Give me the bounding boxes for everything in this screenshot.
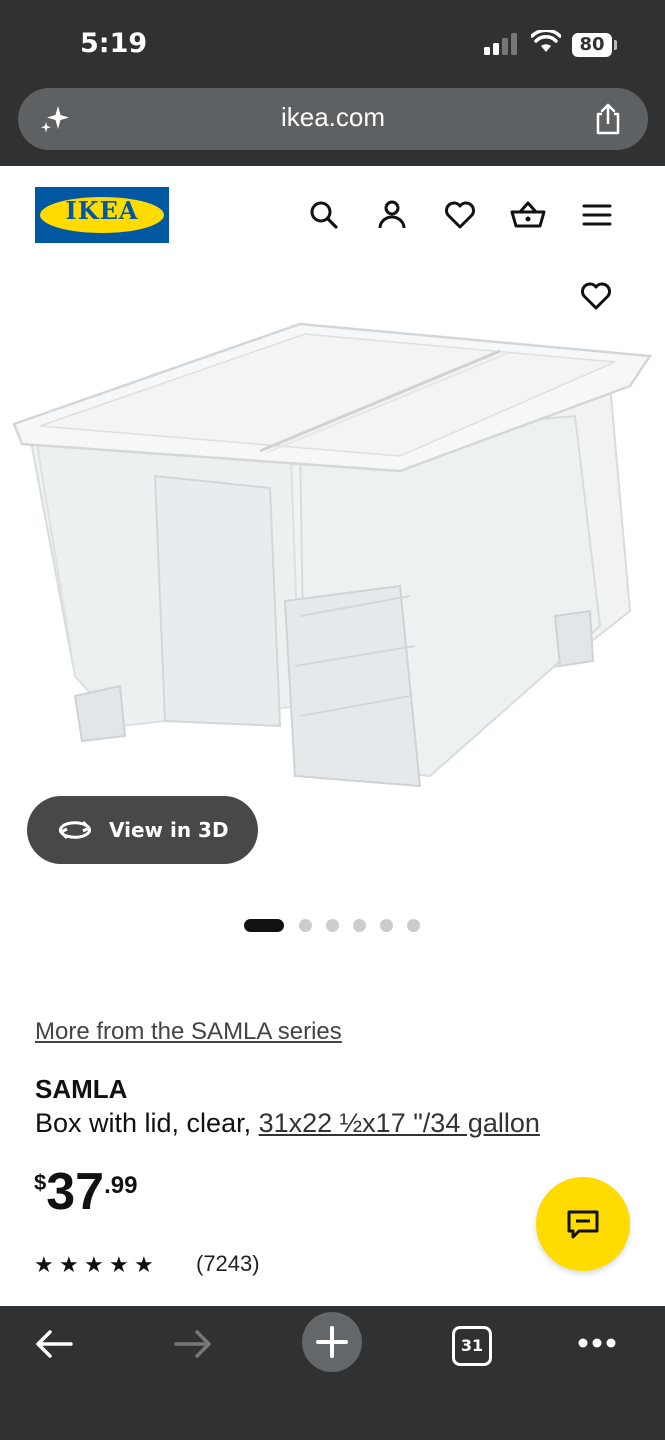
battery-nub bbox=[614, 40, 617, 50]
chat-icon bbox=[567, 1210, 599, 1239]
product-price: $37.99 bbox=[34, 1162, 137, 1222]
review-count[interactable]: (7243) bbox=[196, 1251, 260, 1277]
battery-indicator: 80 bbox=[572, 33, 612, 57]
menu-icon[interactable] bbox=[580, 197, 614, 233]
product-image[interactable] bbox=[0, 266, 665, 886]
carousel-dot[interactable] bbox=[380, 919, 393, 932]
price-integer: 37 bbox=[46, 1163, 105, 1221]
url-text: ikea.com bbox=[280, 102, 386, 132]
browser-bottom-bar: 31 bbox=[0, 1306, 665, 1440]
tabs-button[interactable]: 31 bbox=[452, 1326, 492, 1366]
more-icon[interactable] bbox=[576, 1336, 618, 1350]
star-icon: ★ bbox=[134, 1252, 154, 1277]
price-currency: $ bbox=[34, 1170, 47, 1195]
carousel-dot[interactable] bbox=[407, 919, 420, 932]
cellular-signal-icon bbox=[484, 33, 517, 55]
product-name: SAMLA bbox=[35, 1074, 128, 1104]
favorite-icon[interactable] bbox=[443, 197, 477, 233]
carousel-dot[interactable] bbox=[299, 919, 312, 932]
cart-icon[interactable] bbox=[509, 197, 547, 233]
price-cents: .99 bbox=[104, 1172, 138, 1199]
star-icon: ★ bbox=[34, 1252, 54, 1277]
status-bar: 5:19 80 bbox=[0, 0, 665, 90]
chat-button[interactable] bbox=[536, 1177, 630, 1271]
forward-arrow-icon[interactable] bbox=[172, 1328, 214, 1360]
product-description: Box with lid, clear, 31x22 ½x17 "/34 gal… bbox=[35, 1108, 540, 1139]
status-time: 5:19 bbox=[80, 28, 148, 59]
new-tab-button[interactable] bbox=[302, 1312, 362, 1372]
series-link[interactable]: More from the SAMLA series bbox=[35, 1018, 342, 1046]
product-description-text: Box with lid, clear, bbox=[35, 1108, 259, 1138]
star-icon: ★ bbox=[59, 1252, 79, 1277]
logo-text: IKEA bbox=[65, 196, 139, 225]
rotate-3d-icon bbox=[58, 820, 92, 840]
rating-stars[interactable]: ★ ★ ★ ★ ★ bbox=[34, 1252, 159, 1278]
address-bar[interactable]: ikea.com bbox=[18, 88, 648, 150]
share-icon[interactable] bbox=[592, 102, 624, 136]
account-icon[interactable] bbox=[375, 197, 409, 233]
new-tab-icon bbox=[316, 1326, 348, 1358]
back-arrow-icon[interactable] bbox=[33, 1328, 75, 1360]
view-in-3d-label: View in 3D bbox=[109, 818, 229, 842]
wifi-icon bbox=[531, 30, 561, 52]
carousel-dot[interactable] bbox=[353, 919, 366, 932]
star-icon: ★ bbox=[84, 1252, 104, 1277]
ikea-logo[interactable]: IKEA bbox=[35, 187, 169, 243]
search-icon[interactable] bbox=[307, 197, 341, 233]
carousel-dot[interactable] bbox=[326, 919, 339, 932]
view-in-3d-button[interactable]: View in 3D bbox=[27, 796, 258, 864]
favorite-icon[interactable] bbox=[578, 277, 614, 313]
product-dimensions-link[interactable]: 31x22 ½x17 "/34 gallon bbox=[259, 1108, 540, 1138]
carousel-dot-active[interactable] bbox=[244, 919, 284, 932]
star-icon: ★ bbox=[109, 1252, 129, 1277]
